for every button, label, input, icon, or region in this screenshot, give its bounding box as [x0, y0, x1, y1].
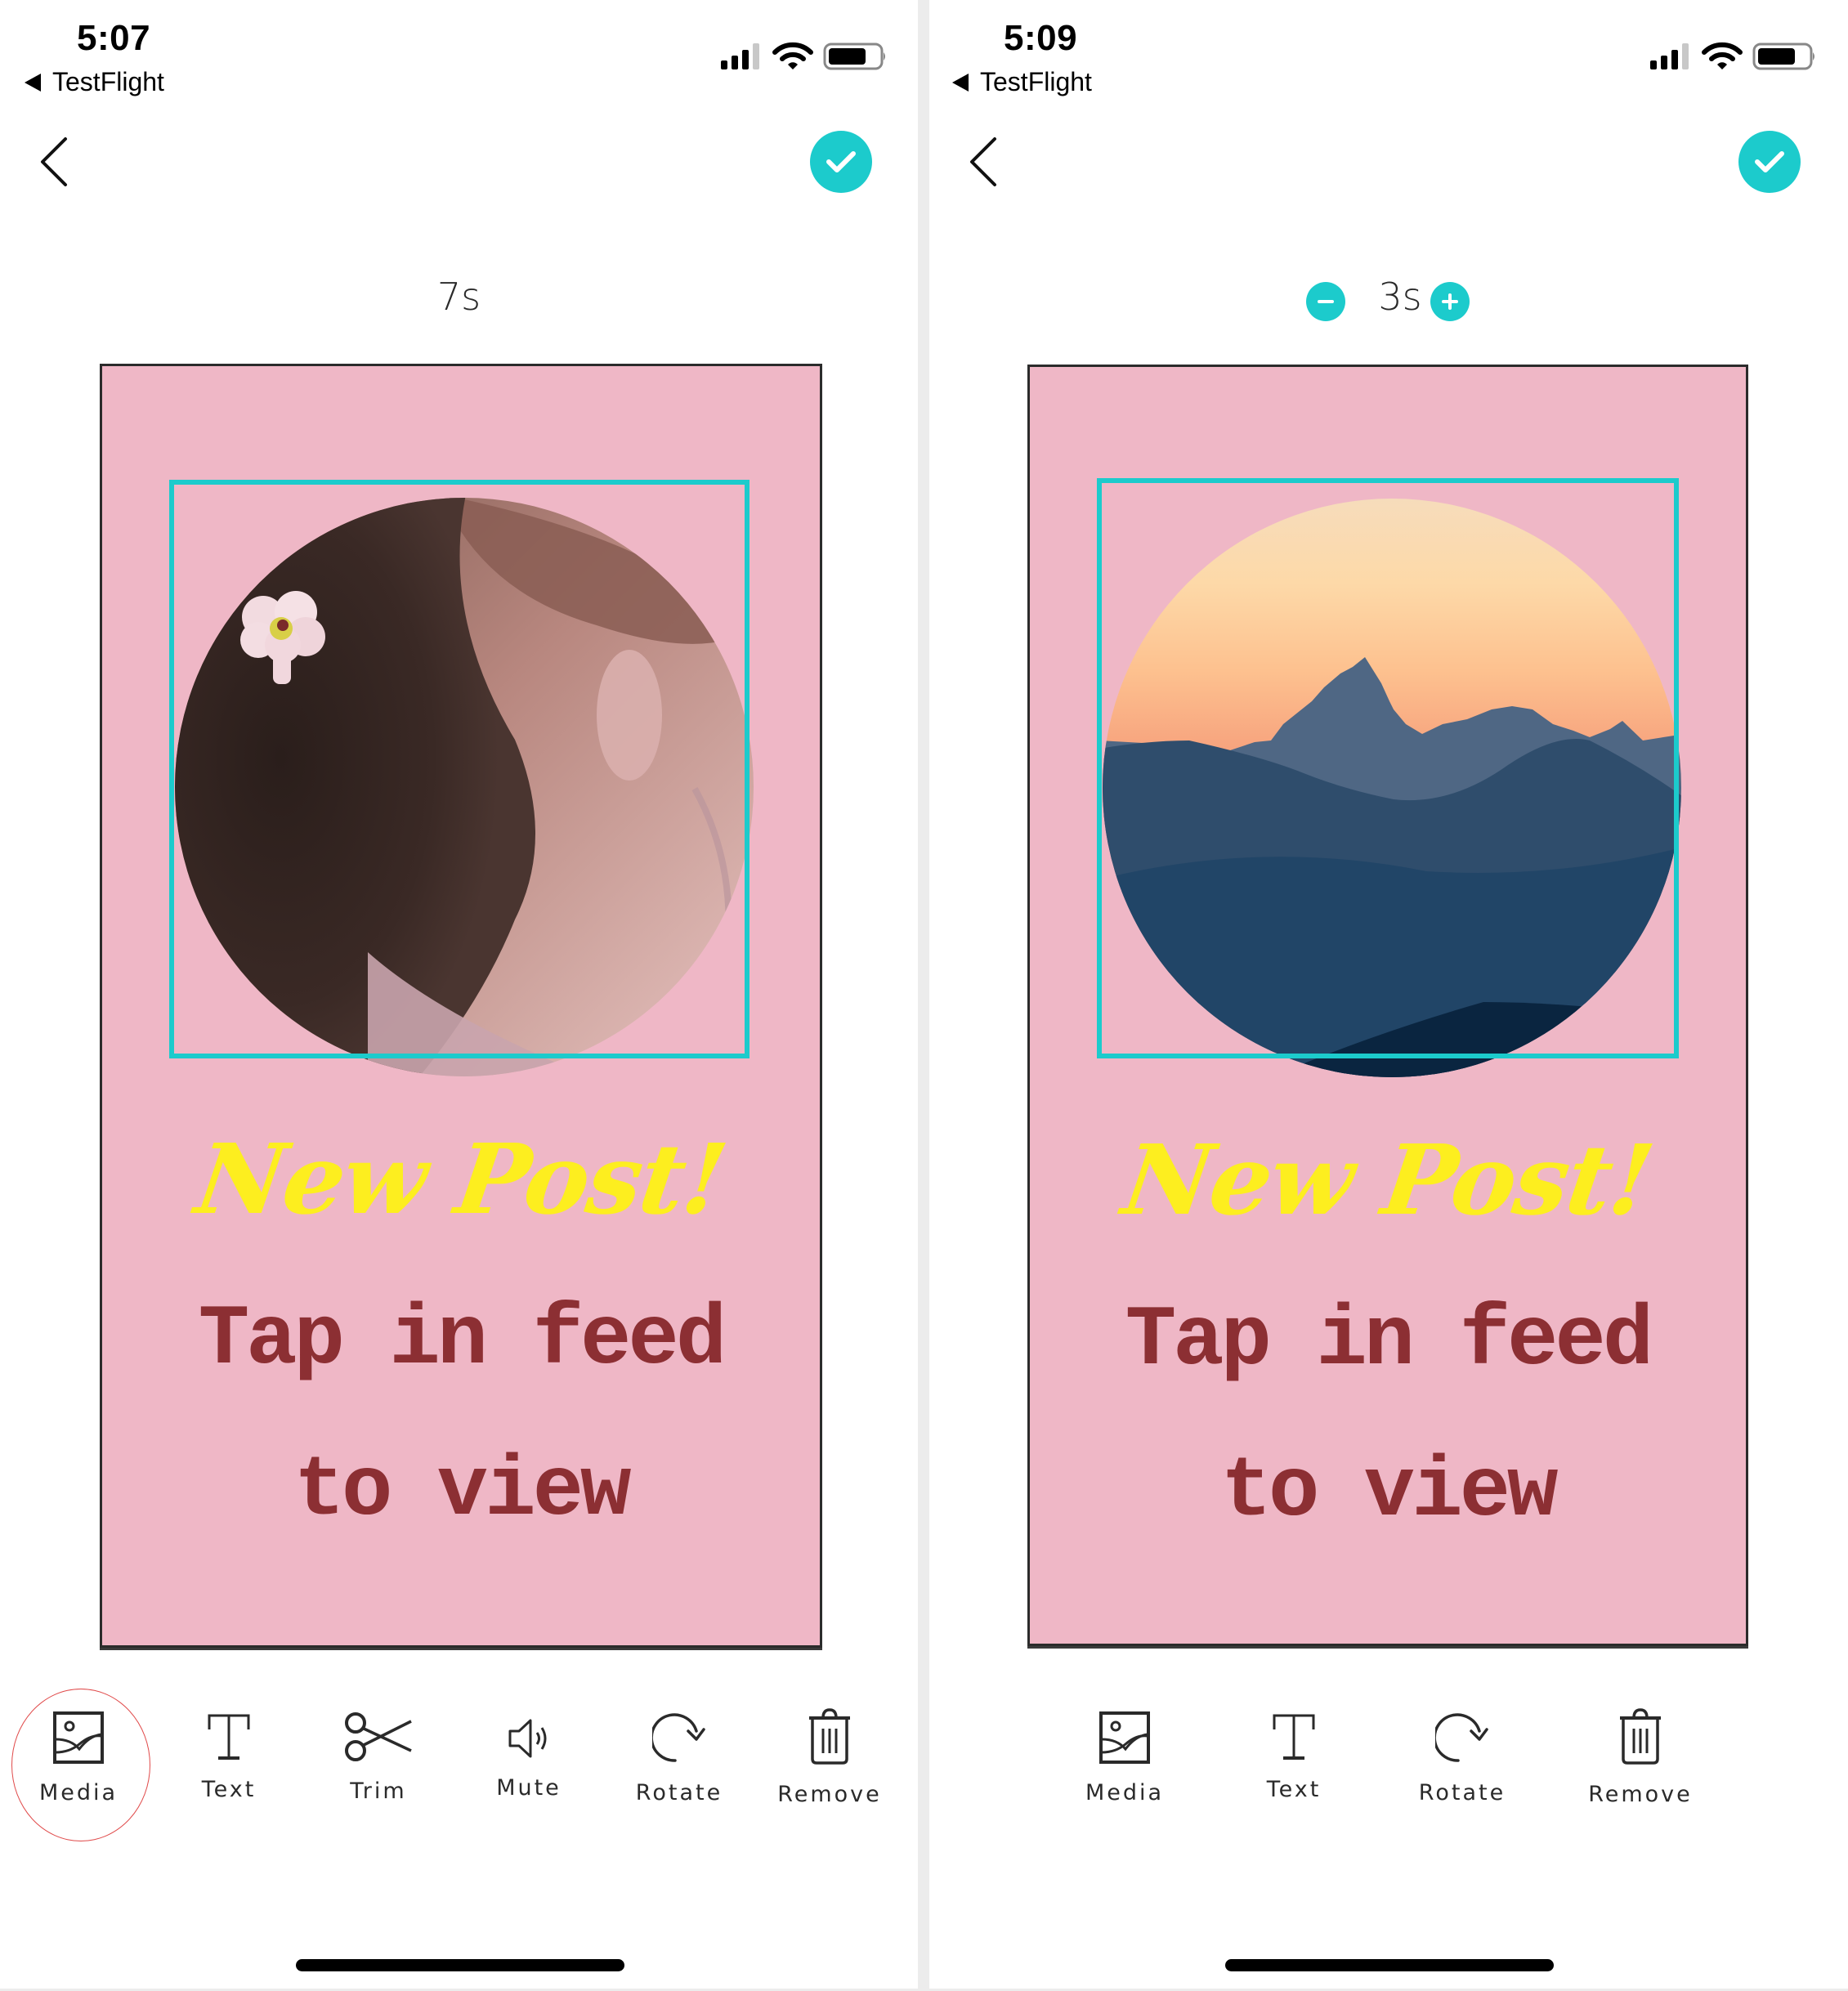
home-indicator[interactable] [1225, 1959, 1554, 1971]
trash-icon [1620, 1708, 1661, 1765]
chevron-left-icon [41, 137, 67, 186]
home-indicator[interactable] [296, 1959, 624, 1971]
tool-media[interactable]: Media [13, 1711, 144, 1805]
checkmark-icon [826, 151, 856, 172]
tool-trim[interactable]: Trim [313, 1711, 444, 1804]
battery-icon [823, 43, 885, 70]
rotate-icon [652, 1713, 705, 1762]
media-selection-box[interactable] [169, 480, 749, 1058]
tool-trim-label: Trim [350, 1778, 407, 1804]
cellular-signal-icon [721, 43, 759, 69]
checkmark-icon [1755, 151, 1784, 172]
image-icon [53, 1711, 104, 1764]
wifi-icon [772, 42, 813, 69]
body-line-1: Tap in feed [1125, 1293, 1654, 1389]
tool-rotate-label: Rotate [635, 1780, 723, 1805]
back-to-app-link[interactable]: TestFlight [25, 67, 164, 97]
status-indicators [1650, 42, 1814, 70]
tool-rotate[interactable]: Rotate [614, 1711, 745, 1805]
tool-media-label: Media [1085, 1780, 1165, 1805]
tool-mute[interactable]: Mute [463, 1718, 594, 1801]
tool-remove-label: Remove [777, 1782, 882, 1807]
image-icon [1099, 1711, 1150, 1764]
tool-mute-label: Mute [496, 1775, 562, 1801]
text-icon [208, 1714, 250, 1760]
tool-rotate[interactable]: Rotate [1397, 1711, 1528, 1805]
body-line-2: to view [293, 1443, 632, 1540]
status-indicators [721, 42, 885, 70]
speaker-icon [508, 1719, 547, 1758]
headline-text[interactable]: New Post! [1030, 1123, 1746, 1237]
wifi-icon [1702, 42, 1743, 69]
tool-remove[interactable]: Remove [764, 1708, 895, 1807]
plus-icon [1442, 293, 1458, 310]
tool-text[interactable]: Text [1228, 1713, 1359, 1802]
tool-text-label: Text [1266, 1777, 1322, 1802]
tool-remove-label: Remove [1588, 1782, 1693, 1807]
scissors-icon [345, 1712, 412, 1761]
body-text[interactable]: Tap in feed to view [102, 1265, 820, 1568]
text-icon [1273, 1714, 1315, 1760]
tool-text-label: Text [201, 1777, 257, 1802]
tool-rotate-label: Rotate [1418, 1780, 1506, 1805]
tool-text[interactable]: Text [163, 1713, 294, 1802]
chevron-left-icon [970, 137, 996, 186]
duration-label: 3s [1378, 275, 1422, 319]
story-canvas[interactable]: New Post! Tap in feed to view [100, 364, 822, 1648]
battery-icon [1752, 43, 1814, 70]
rotate-icon [1435, 1713, 1488, 1762]
phone-screen-right: 5:09 TestFlight 3s New Post! Tap in feed… [929, 0, 1848, 1989]
trash-icon [809, 1708, 850, 1765]
duration-label: 7s [436, 275, 481, 319]
back-to-app-link[interactable]: TestFlight [952, 67, 1092, 97]
media-selection-box[interactable] [1097, 478, 1679, 1058]
cellular-signal-icon [1650, 43, 1689, 69]
confirm-button[interactable] [810, 131, 872, 193]
body-text[interactable]: Tap in feed to view [1030, 1266, 1746, 1568]
status-time: 5:09 [1004, 18, 1078, 58]
back-triangle-icon [25, 73, 41, 92]
status-icons [719, 41, 887, 72]
increase-duration-button[interactable] [1430, 282, 1470, 321]
headline-text[interactable]: New Post! [102, 1122, 820, 1236]
status-time: 5:07 [77, 18, 151, 58]
tool-media-label: Media [38, 1780, 119, 1805]
status-icons [1649, 41, 1816, 72]
story-canvas[interactable]: New Post! Tap in feed to view [1027, 365, 1748, 1646]
body-line-2: to view [1220, 1444, 1559, 1541]
minus-icon [1318, 300, 1334, 303]
back-app-label: TestFlight [980, 67, 1092, 96]
back-button[interactable] [965, 136, 1001, 188]
body-line-1: Tap in feed [198, 1292, 727, 1389]
phone-screen-left: 5:07 TestFlight 7s New Post! Tap in feed… [0, 0, 918, 1989]
tool-media[interactable]: Media [1059, 1711, 1190, 1805]
decrease-duration-button[interactable] [1306, 282, 1345, 321]
back-button[interactable] [36, 136, 72, 188]
tool-remove[interactable]: Remove [1575, 1708, 1706, 1807]
confirm-button[interactable] [1738, 131, 1801, 193]
back-app-label: TestFlight [52, 67, 164, 96]
back-triangle-icon [952, 73, 969, 92]
